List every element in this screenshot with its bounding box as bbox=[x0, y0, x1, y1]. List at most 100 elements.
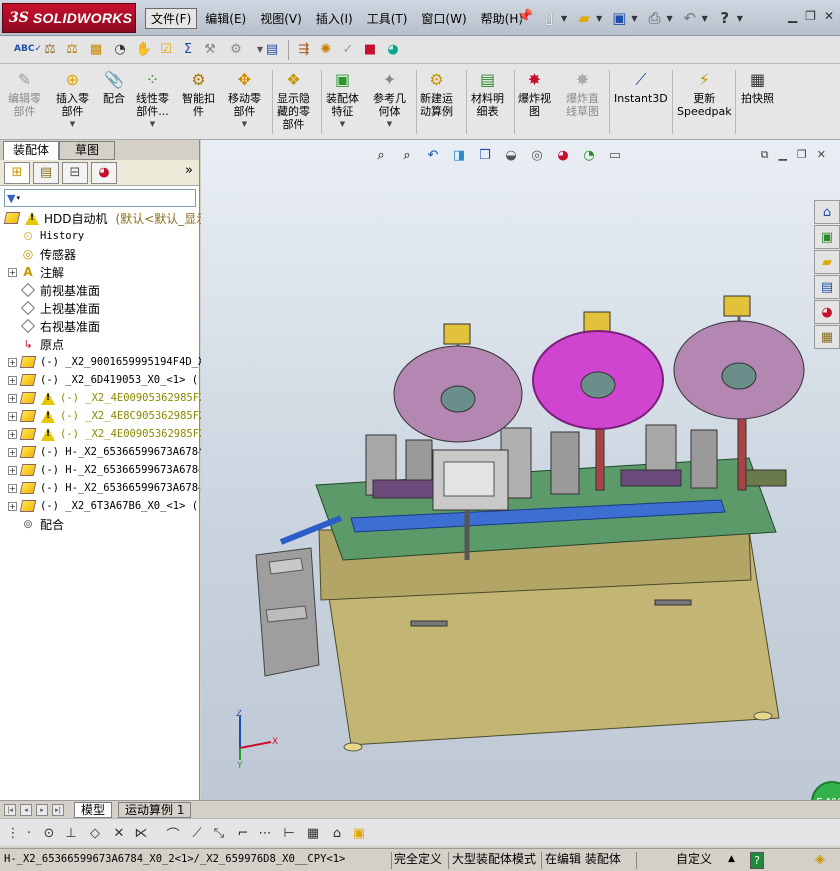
tree-component-item[interactable]: + (-) _X2_4E00905362985F2 bbox=[8, 389, 205, 407]
next-tab-icon[interactable]: ▸ bbox=[36, 804, 48, 816]
custom-properties-icon[interactable]: ▦ bbox=[814, 325, 840, 349]
menu-insert[interactable]: 插入(I) bbox=[310, 8, 359, 29]
tree-root-assembly[interactable]: HDD自动机 (默认<默认_显示 bbox=[3, 209, 208, 227]
expand-toggle-icon[interactable]: + bbox=[8, 375, 17, 385]
linear-pattern-button[interactable]: ⁘ 线性零 部件... ▼ bbox=[136, 68, 169, 131]
help-question-icon[interactable]: ? bbox=[714, 7, 736, 29]
appearance-icon[interactable]: ◕ bbox=[383, 39, 403, 59]
status-units[interactable]: 自定义 bbox=[676, 852, 712, 869]
tab-motion-study-1[interactable]: 运动算例 1 bbox=[118, 802, 192, 818]
construction-geometry-icon[interactable]: ⋯ bbox=[256, 824, 274, 842]
exploded-view-button[interactable]: ✸ 爆炸视 图 bbox=[518, 68, 551, 118]
tab-model[interactable]: 模型 bbox=[74, 802, 113, 818]
spellcheck-icon[interactable]: ABC✓ bbox=[14, 39, 42, 59]
smart-fasteners-button[interactable]: ⚙ 智能扣 件 bbox=[182, 68, 215, 118]
expand-toggle-icon[interactable]: + bbox=[8, 501, 17, 511]
sketch-mode-icon[interactable]: ▣ bbox=[350, 824, 368, 842]
tab-sketch[interactable]: 草图 bbox=[59, 141, 115, 160]
new-motion-study-button[interactable]: ⚙ 新建运 动算例 bbox=[420, 68, 453, 118]
sketch-fillet-icon[interactable]: ⌒ bbox=[164, 824, 182, 843]
tree-component-item[interactable]: + (-) _X2_6D419053_X0_<1> ( bbox=[8, 371, 198, 389]
tree-item-plane[interactable]: 上视基准面 bbox=[8, 299, 100, 317]
instant3d-button[interactable]: ⟋ Instant3D bbox=[614, 68, 668, 105]
dropdown-caret-icon[interactable]: ▼ bbox=[70, 118, 75, 131]
bom-button[interactable]: ▤ 材料明 细表 bbox=[471, 68, 504, 118]
explode-line-sketch-button[interactable]: ✸ 爆炸直 线草图 bbox=[566, 68, 599, 118]
polygon-icon[interactable]: ◇ bbox=[86, 824, 104, 842]
propertymanager-tab-icon[interactable]: ▤ bbox=[33, 161, 59, 184]
undo-icon[interactable]: ↶ bbox=[679, 7, 701, 29]
tree-component-item[interactable]: + (-) _X2_4E8C905362985F2 bbox=[8, 407, 205, 425]
reference-geometry-button[interactable]: ✦ 参考几 何体 ▼ bbox=[373, 68, 406, 131]
dropdown-caret-icon[interactable]: ▾ bbox=[16, 194, 20, 202]
line-icon[interactable]: ⟋ bbox=[188, 824, 206, 842]
corner-rectangle-icon[interactable]: ⌐ bbox=[234, 824, 252, 842]
edit-component-button[interactable]: ✎ 编辑零 部件 bbox=[8, 68, 41, 118]
pin-menu-icon[interactable]: 📌 bbox=[517, 9, 533, 24]
dropdown-caret-icon[interactable]: ▼ bbox=[387, 118, 392, 131]
minimize-window-icon[interactable]: ▁ bbox=[788, 9, 797, 23]
tree-item-plane[interactable]: 前视基准面 bbox=[8, 281, 100, 299]
dropdown-caret-icon[interactable]: ▼ bbox=[242, 118, 247, 131]
offset-icon[interactable]: ⋉ bbox=[132, 824, 150, 842]
expand-toggle-icon[interactable]: + bbox=[8, 483, 17, 493]
tree-item-plane[interactable]: 右视基准面 bbox=[8, 317, 100, 335]
check-icon[interactable]: ✋ bbox=[134, 39, 154, 59]
last-tab-icon[interactable]: ▸| bbox=[52, 804, 64, 816]
geometry-analysis-icon[interactable]: ■ bbox=[360, 39, 380, 59]
pattern-icon[interactable]: ▦ bbox=[304, 824, 322, 842]
expand-toggle-icon[interactable]: + bbox=[8, 429, 17, 439]
tree-component-item[interactable]: + (-) _X2_6T3A67B6_X0_<1> ( bbox=[8, 497, 198, 515]
tag-icon[interactable]: ◈ bbox=[815, 852, 825, 869]
displaymanager-tab-icon[interactable]: ◕ bbox=[91, 161, 117, 184]
dimxpert-icon[interactable]: ✺ bbox=[316, 39, 336, 59]
menu-edit[interactable]: 编辑(E) bbox=[199, 8, 252, 29]
tree-component-item[interactable]: + (-) _X2_9001659995194F4D_X bbox=[8, 353, 204, 371]
dropdown-caret-icon[interactable]: ▼ bbox=[150, 118, 155, 131]
performance-evaluation-icon[interactable]: ◔ bbox=[110, 39, 130, 59]
section-properties-icon[interactable]: ▩ bbox=[86, 39, 106, 59]
file-explorer-icon[interactable]: ▰ bbox=[814, 250, 840, 274]
expand-toggle-icon[interactable]: + bbox=[8, 447, 17, 457]
restore-window-icon[interactable]: ❐ bbox=[805, 9, 816, 23]
show-hidden-components-button[interactable]: ❖ 显示隐 藏的零 部件 bbox=[277, 68, 310, 131]
hole-alignment-icon[interactable]: ⚙ bbox=[226, 39, 246, 59]
expand-toggle-icon[interactable]: + bbox=[8, 357, 17, 367]
new-document-icon[interactable]: ▯ bbox=[538, 7, 560, 29]
featuremanager-tab-icon[interactable]: ⊞ bbox=[4, 161, 30, 184]
snapshot-button[interactable]: ▦ 拍快照 bbox=[741, 68, 774, 105]
point-icon[interactable]: · bbox=[20, 824, 38, 842]
menu-view[interactable]: 视图(V) bbox=[254, 8, 308, 29]
smart-dimension-icon[interactable]: ⊢ bbox=[280, 824, 298, 842]
filter-field[interactable]: ▼ ▾ bbox=[4, 189, 196, 207]
home-icon[interactable]: ⌂ bbox=[814, 200, 840, 224]
tree-item-mates[interactable]: ⊚ 配合 bbox=[8, 515, 64, 533]
tree-item-origin[interactable]: ↳ 原点 bbox=[8, 335, 64, 353]
configurationmanager-tab-icon[interactable]: ⊟ bbox=[62, 161, 88, 184]
center-mark-icon[interactable]: ⊥ bbox=[62, 824, 80, 842]
prev-tab-icon[interactable]: ◂ bbox=[20, 804, 32, 816]
tree-component-item[interactable]: + (-) H-_X2_65366599673A6784 bbox=[8, 461, 204, 479]
save-icon[interactable]: ▣ bbox=[608, 7, 630, 29]
open-folder-icon[interactable]: ▰ bbox=[573, 7, 595, 29]
menu-tools[interactable]: 工具(T) bbox=[361, 8, 414, 29]
mate-button[interactable]: 📎 配合 bbox=[103, 68, 125, 105]
close-window-icon[interactable]: ✕ bbox=[824, 9, 834, 23]
convert-entities-icon[interactable]: ⤡ bbox=[210, 824, 228, 842]
appearances-scenes-icon[interactable]: ◕ bbox=[814, 300, 840, 324]
move-component-button[interactable]: ✥ 移动零 部件 ▼ bbox=[228, 68, 261, 131]
assembly-features-button[interactable]: ▣ 装配体 特征 ▼ bbox=[326, 68, 359, 131]
tree-component-item[interactable]: + (-) H-_X2_65366599673A6784 bbox=[8, 479, 204, 497]
view-palette-icon[interactable]: ▤ bbox=[814, 275, 840, 299]
tree-component-item[interactable]: + (-) _X2_4E00905362985F2 bbox=[8, 425, 205, 443]
menu-file[interactable]: 文件(F) bbox=[145, 8, 198, 29]
tab-assembly[interactable]: 装配体 bbox=[3, 141, 59, 160]
mass-properties-icon[interactable]: ⚖ bbox=[62, 39, 82, 59]
design-checker-icon[interactable]: ⇶ bbox=[294, 39, 314, 59]
dropdown-caret-icon[interactable]: ▼ bbox=[340, 118, 345, 131]
expand-toggle-icon[interactable]: + bbox=[8, 465, 17, 475]
measure-icon[interactable]: ⚖ bbox=[40, 39, 60, 59]
equations-icon[interactable]: Σ bbox=[178, 39, 198, 59]
tree-item-history[interactable]: ⏲ History bbox=[8, 227, 84, 245]
check-sketch-icon[interactable]: ✓ bbox=[338, 39, 358, 59]
